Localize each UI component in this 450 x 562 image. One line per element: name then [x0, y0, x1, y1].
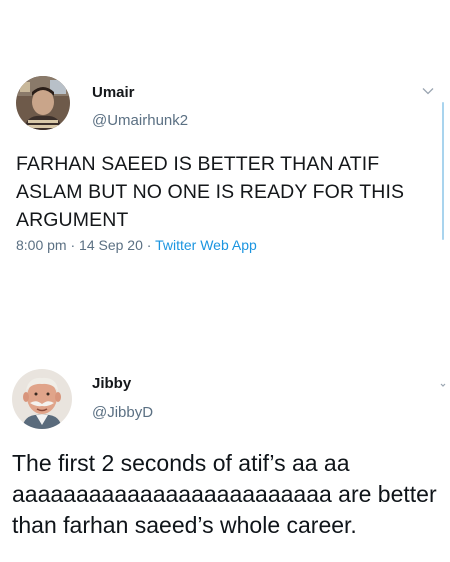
tweet-text: FARHAN SAEED IS BETTER THAN ATIF ASLAM B… [16, 153, 405, 231]
meta-separator: · [142, 237, 156, 253]
tweet-date[interactable]: 14 Sep 20 [79, 237, 143, 253]
tweet-1[interactable]: Umair @Umairhunk2 FARHAN SAEED IS BETTER… [0, 0, 450, 300]
chevron-down-icon[interactable] [436, 376, 450, 390]
tweet-text: The first 2 seconds of atif’s aa aa aaaa… [12, 450, 437, 538]
author-name[interactable]: Jibby [92, 375, 131, 392]
chevron-down-icon[interactable] [421, 84, 435, 98]
user-avatar-umair[interactable] [16, 76, 70, 130]
author-handle[interactable]: @Umairhunk2 [92, 112, 188, 129]
tweet-2[interactable]: Jibby @JibbyD The first 2 seconds of ati… [0, 300, 450, 562]
tweet-time[interactable]: 8:00 pm [16, 237, 67, 253]
user-avatar-jibby[interactable] [12, 369, 72, 429]
author-name[interactable]: Umair [92, 84, 135, 101]
tweet-meta: 8:00 pm · 14 Sep 20 · Twitter Web App [16, 237, 257, 253]
author-handle[interactable]: @JibbyD [92, 404, 153, 421]
scrollbar[interactable] [442, 102, 444, 240]
tweet-source-link[interactable]: Twitter Web App [155, 237, 257, 253]
meta-separator: · [66, 237, 80, 253]
